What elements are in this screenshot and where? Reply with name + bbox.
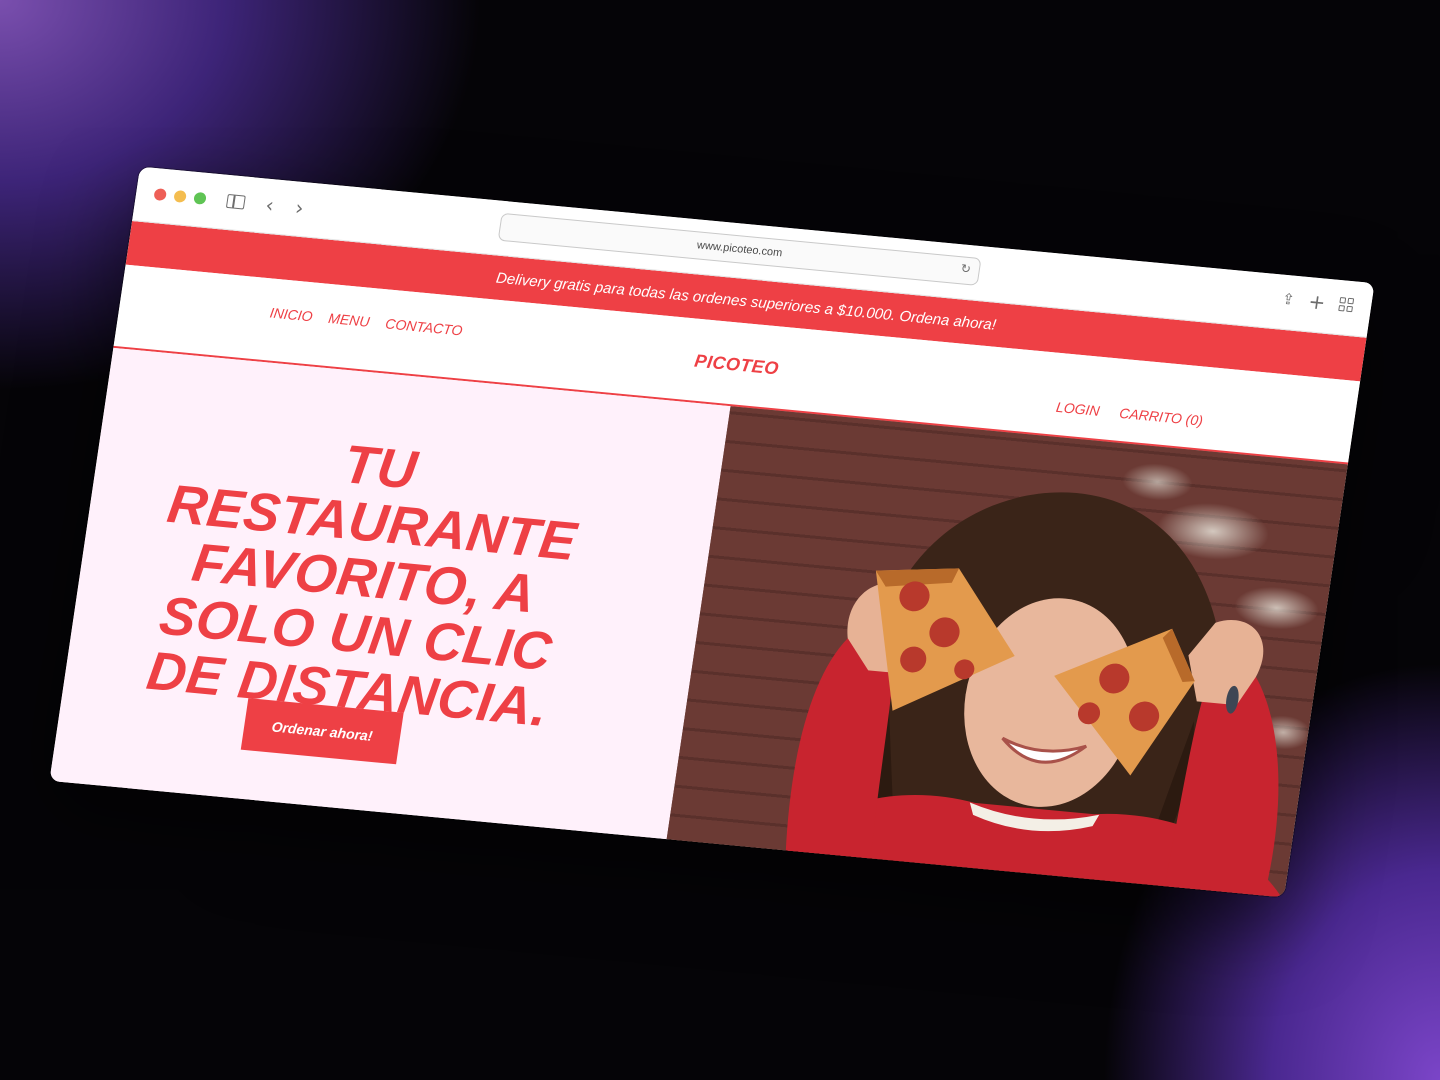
- cart-link[interactable]: CARRITO (0): [1118, 405, 1204, 429]
- backdrop: ‹ › www.picoteo.com ↻ ⇪ + Delivery grati…: [0, 0, 1440, 1080]
- chevron-left-icon[interactable]: ‹: [256, 192, 283, 218]
- hero-photo: [666, 406, 1348, 898]
- window-controls: [153, 188, 207, 205]
- url-text: www.picoteo.com: [696, 239, 784, 260]
- plus-icon[interactable]: +: [1307, 289, 1327, 314]
- nav-link-menu[interactable]: MENU: [327, 310, 370, 330]
- minimize-window-button[interactable]: [173, 189, 187, 203]
- brand-logo[interactable]: PICOTEO: [693, 351, 780, 380]
- login-link[interactable]: LOGIN: [1055, 399, 1101, 419]
- tabs-grid-icon[interactable]: [1338, 297, 1355, 313]
- browser-window: ‹ › www.picoteo.com ↻ ⇪ + Delivery grati…: [49, 166, 1375, 898]
- nav-link-contacto[interactable]: CONTACTO: [384, 315, 463, 338]
- close-window-button[interactable]: [153, 188, 168, 202]
- chevron-right-icon[interactable]: ›: [286, 195, 313, 221]
- toolbar-actions: ⇪ +: [1281, 289, 1355, 316]
- account-nav: LOGIN CARRITO (0): [1055, 399, 1204, 429]
- nav-link-inicio[interactable]: INICIO: [269, 305, 314, 325]
- main-nav: INICIO MENU CONTACTO: [269, 305, 464, 339]
- share-icon[interactable]: ⇪: [1281, 290, 1296, 309]
- hero-title: TU RESTAURANTE FAVORITO, A SOLO UN CLIC …: [143, 434, 581, 739]
- hero-text-panel: TU RESTAURANTE FAVORITO, A SOLO UN CLIC …: [49, 347, 731, 843]
- sidebar-icon[interactable]: [222, 189, 249, 215]
- zoom-window-button[interactable]: [193, 191, 207, 205]
- person-with-pizza-image: [785, 492, 1284, 898]
- reload-icon[interactable]: ↻: [960, 261, 972, 276]
